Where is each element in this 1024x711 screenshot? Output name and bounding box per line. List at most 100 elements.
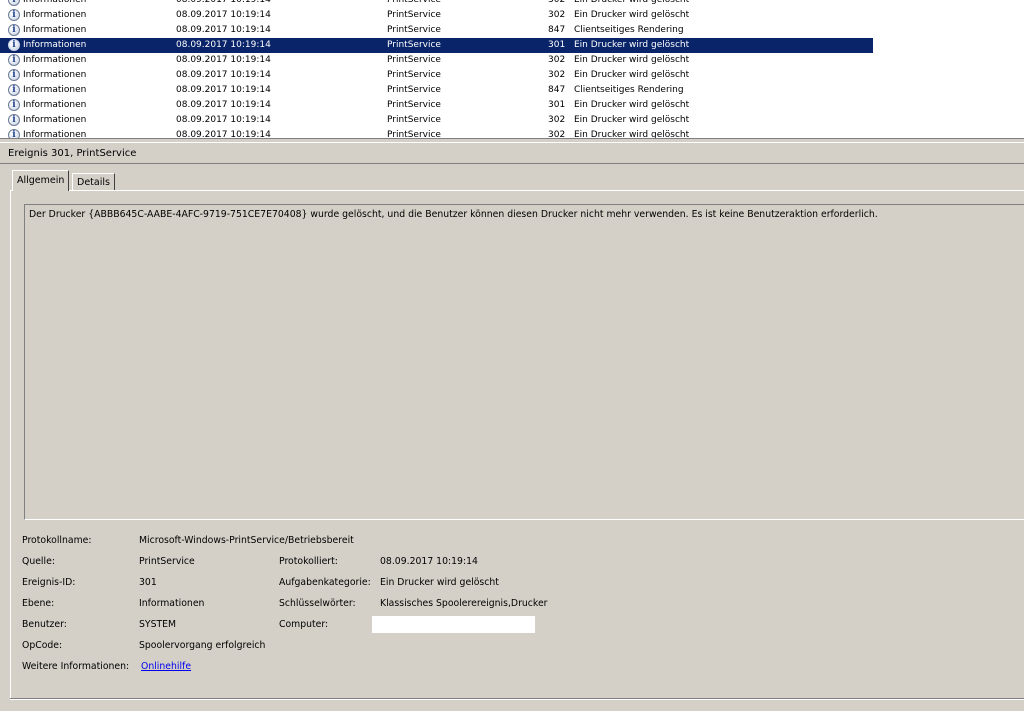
task-category-cell: Ein Drucker wird gelöscht — [574, 10, 690, 20]
task-category-cell: Ein Drucker wird gelöscht — [574, 130, 690, 138]
opcode-label: OpCode: — [22, 640, 63, 651]
date-cell: 08.09.2017 10:19:14 — [176, 115, 271, 125]
tab-general[interactable]: Allgemein — [12, 170, 70, 191]
source-cell: PrintService — [387, 0, 441, 5]
date-cell: 08.09.2017 10:19:14 — [176, 130, 271, 138]
event-row[interactable]: i Informationen 08.09.2017 10:19:14 PrintSe… — [0, 38, 873, 53]
information-icon: i — [8, 114, 20, 126]
keywords-label: Schlüsselwörter: — [279, 598, 356, 609]
date-cell: 08.09.2017 10:19:14 — [176, 0, 271, 5]
logged-value: 08.09.2017 10:19:14 — [380, 556, 478, 567]
computer-value — [372, 616, 535, 633]
date-cell: 08.09.2017 10:19:14 — [176, 70, 271, 80]
task-category-cell: Ein Drucker wird gelöscht — [574, 40, 690, 50]
level-cell: Informationen — [23, 0, 87, 5]
event-row[interactable]: i Informationen 08.09.2017 10:19:14 PrintSe… — [0, 23, 873, 38]
event-id-cell: 302 — [548, 70, 566, 80]
event-id-cell: 302 — [548, 0, 566, 5]
event-row[interactable]: i Informationen 08.09.2017 10:19:14 PrintSe… — [0, 83, 873, 98]
information-icon: i — [8, 84, 20, 96]
event-id-cell: 302 — [548, 115, 566, 125]
level-cell: Informationen — [23, 100, 87, 110]
task-category-cell: Clientseitiges Rendering — [574, 25, 684, 35]
event-row[interactable]: i Informationen 08.09.2017 10:19:14 PrintSe… — [0, 98, 873, 113]
level-cell: Informationen — [23, 10, 87, 20]
level-cell: Informationen — [23, 55, 87, 65]
source-value: PrintService — [139, 556, 195, 567]
level-label: Ebene: — [22, 598, 55, 609]
level-value: Informationen — [139, 598, 205, 609]
source-cell: PrintService — [387, 25, 441, 35]
keywords-value: Klassisches Spoolerereignis,Drucker — [380, 598, 548, 609]
information-icon: i — [8, 0, 20, 6]
event-id-cell: 302 — [548, 130, 566, 138]
event-id-cell: 302 — [548, 55, 566, 65]
date-cell: 08.09.2017 10:19:14 — [176, 25, 271, 35]
user-value: SYSTEM — [139, 619, 177, 630]
source-cell: PrintService — [387, 115, 441, 125]
level-cell: Informationen — [23, 70, 87, 80]
task-category-cell: Clientseitiges Rendering — [574, 85, 684, 95]
level-cell: Informationen — [23, 40, 87, 50]
event-id-cell: 301 — [548, 40, 566, 50]
log-name-label: Protokollname: — [22, 535, 92, 546]
event-id-cell: 847 — [548, 85, 566, 95]
source-label: Quelle: — [22, 556, 55, 567]
event-id-cell: 847 — [548, 25, 566, 35]
event-description[interactable]: Der Drucker {ABBB645C-AABE-4AFC-9719-751… — [24, 204, 1024, 520]
information-icon: i — [8, 54, 20, 66]
pane-bottom-divider — [10, 698, 1024, 700]
task-category-cell: Ein Drucker wird gelöscht — [574, 55, 690, 65]
source-cell: PrintService — [387, 40, 441, 50]
level-cell: Informationen — [23, 85, 87, 95]
source-cell: PrintService — [387, 55, 441, 65]
computer-label: Computer: — [279, 619, 329, 630]
tab-details[interactable]: Details — [72, 173, 115, 191]
level-cell: Informationen — [23, 25, 87, 35]
event-row[interactable]: i Informationen 08.09.2017 10:19:14 PrintSe… — [0, 53, 873, 68]
event-id-value: 301 — [139, 577, 157, 588]
source-cell: PrintService — [387, 100, 441, 110]
event-row[interactable]: i Informationen 08.09.2017 10:19:14 PrintSe… — [0, 128, 873, 138]
date-cell: 08.09.2017 10:19:14 — [176, 100, 271, 110]
task-category-cell: Ein Drucker wird gelöscht — [574, 115, 690, 125]
level-cell: Informationen — [23, 130, 87, 138]
detail-header: Ereignis 301, PrintService — [0, 142, 1024, 163]
task-category-cell: Ein Drucker wird gelöscht — [574, 100, 690, 110]
date-cell: 08.09.2017 10:19:14 — [176, 40, 271, 50]
event-id-cell: 301 — [548, 100, 566, 110]
more-info-label: Weitere Informationen: — [22, 661, 130, 672]
information-icon: i — [8, 69, 20, 81]
logged-label: Protokolliert: — [279, 556, 338, 567]
event-detail-pane: Ereignis 301, PrintService Allgemein Det… — [0, 142, 1024, 711]
source-cell: PrintService — [387, 10, 441, 20]
event-row[interactable]: i Informationen 08.09.2017 10:19:14 PrintSe… — [0, 0, 873, 8]
task-category-label: Aufgabenkategorie: — [279, 577, 371, 588]
event-list[interactable]: i Informationen 08.09.2017 10:19:14 PrintSe… — [0, 0, 1024, 138]
information-icon: i — [8, 99, 20, 111]
level-cell: Informationen — [23, 115, 87, 125]
information-icon: i — [8, 129, 20, 138]
source-cell: PrintService — [387, 85, 441, 95]
online-help-link[interactable]: Onlinehilfe — [141, 661, 191, 673]
task-category-cell: Ein Drucker wird gelöscht — [574, 0, 690, 5]
task-category-cell: Ein Drucker wird gelöscht — [574, 70, 690, 80]
log-name-value: Microsoft-Windows-PrintService/Betriebsb… — [139, 535, 354, 546]
event-id-cell: 302 — [548, 10, 566, 20]
information-icon: i — [8, 39, 20, 51]
event-row[interactable]: i Informationen 08.09.2017 10:19:14 PrintSe… — [0, 113, 873, 128]
information-icon: i — [8, 9, 20, 21]
user-label: Benutzer: — [22, 619, 67, 630]
information-icon: i — [8, 24, 20, 36]
source-cell: PrintService — [387, 70, 441, 80]
opcode-value: Spoolervorgang erfolgreich — [139, 640, 266, 651]
event-id-label: Ereignis-ID: — [22, 577, 76, 588]
event-row[interactable]: i Informationen 08.09.2017 10:19:14 PrintSe… — [0, 68, 873, 83]
date-cell: 08.09.2017 10:19:14 — [176, 10, 271, 20]
source-cell: PrintService — [387, 130, 441, 138]
date-cell: 08.09.2017 10:19:14 — [176, 85, 271, 95]
date-cell: 08.09.2017 10:19:14 — [176, 55, 271, 65]
header-divider — [0, 163, 1024, 164]
event-row[interactable]: i Informationen 08.09.2017 10:19:14 PrintSe… — [0, 8, 873, 23]
task-category-value: Ein Drucker wird gelöscht — [380, 577, 499, 588]
